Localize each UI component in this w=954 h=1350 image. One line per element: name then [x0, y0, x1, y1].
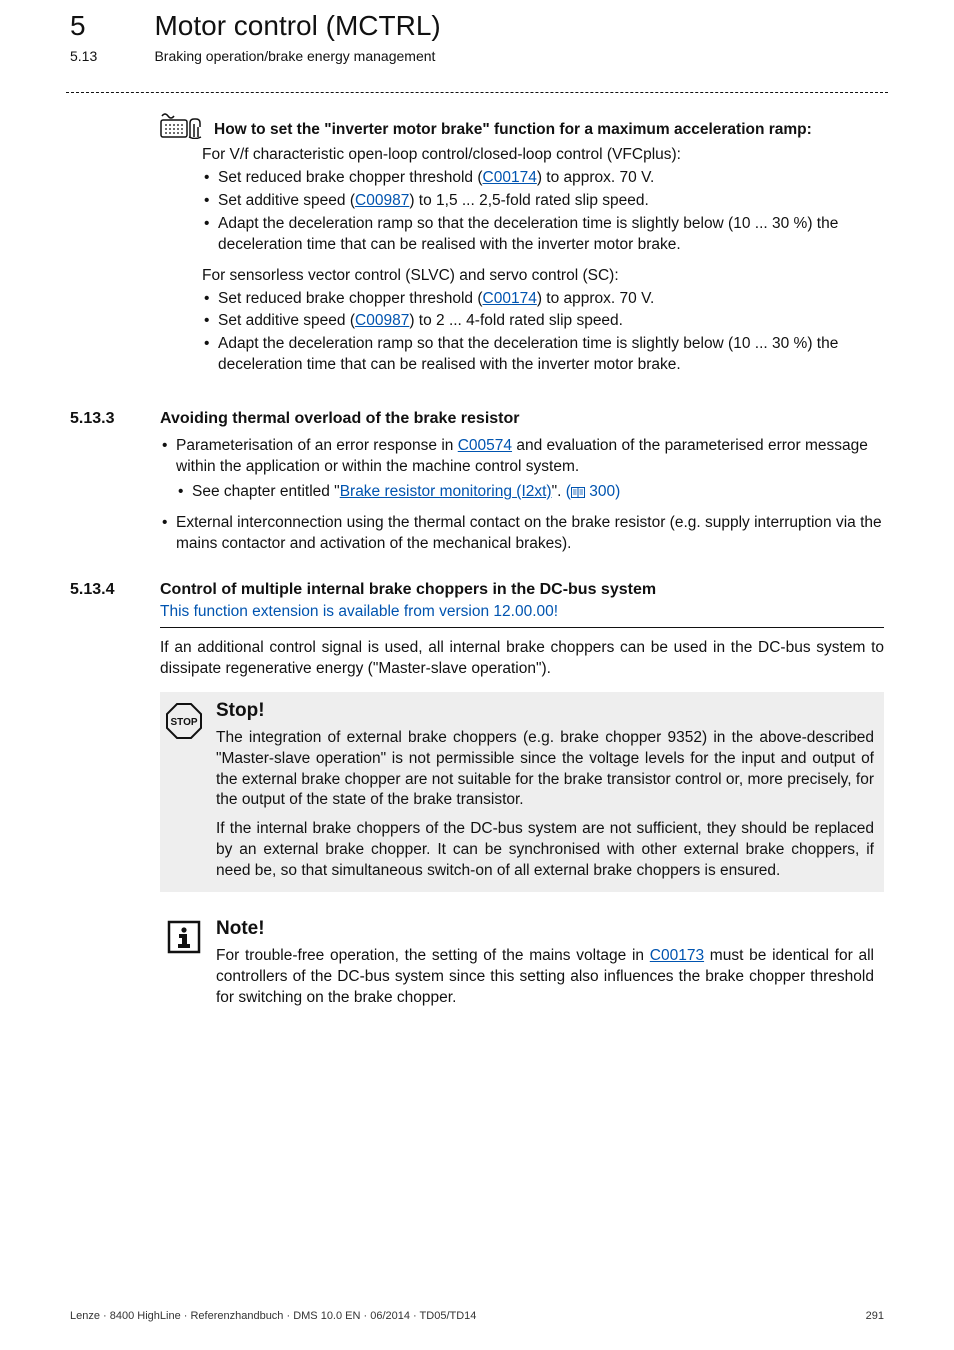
footer-page-number: 291: [866, 1310, 884, 1322]
rule: [160, 627, 884, 628]
footer-left: Lenze · 8400 HighLine · Referenzhandbuch…: [70, 1310, 476, 1322]
note-paragraph: For trouble-free operation, the setting …: [216, 946, 874, 1009]
text: ) to approx. 70 V.: [537, 290, 654, 307]
list-item: Parameterisation of an error response in…: [160, 436, 884, 505]
page-ref[interactable]: ( 300): [566, 483, 621, 500]
subsection-title: Control of multiple internal brake chopp…: [160, 581, 656, 599]
info-icon: [164, 918, 204, 1009]
stop-title: Stop!: [216, 700, 874, 722]
version-note: This function extension is available fro…: [160, 603, 884, 621]
section-5-13-4-body: This function extension is available fro…: [70, 603, 884, 1019]
howto-title: How to set the "inverter motor brake" fu…: [214, 121, 812, 139]
link-c00174[interactable]: C00174: [483, 169, 537, 186]
vfc-list: Set reduced brake chopper threshold (C00…: [202, 168, 880, 256]
procedure-icon: [160, 113, 206, 139]
list-item: Set additive speed (C00987) to 2 ... 4-f…: [202, 311, 880, 332]
page-ref-num: 300): [589, 483, 620, 500]
text: Set additive speed (: [218, 312, 355, 329]
section-5-13-4-heading: 5.13.4 Control of multiple internal brak…: [70, 581, 884, 599]
list-item: External interconnection using the therm…: [160, 513, 884, 555]
text: ) to 1,5 ... 2,5-fold rated slip speed.: [409, 192, 649, 209]
section-5-13-3-body: Parameterisation of an error response in…: [70, 436, 884, 555]
howto-block: How to set the "inverter motor brake" fu…: [70, 113, 884, 376]
page-footer: Lenze · 8400 HighLine · Referenzhandbuch…: [70, 1310, 884, 1322]
stop-callout: STOP Stop! The integration of external b…: [160, 692, 884, 892]
link-c00174[interactable]: C00174: [483, 290, 537, 307]
chapter-title: Motor control (MCTRL): [154, 10, 440, 42]
page-header: 5 Motor control (MCTRL) 5.13 Braking ope…: [70, 10, 884, 64]
text: Parameterisation of an error response in: [176, 437, 458, 454]
note-callout: Note! For trouble-free operation, the se…: [160, 910, 884, 1019]
link-c00987[interactable]: C00987: [355, 192, 409, 209]
svg-text:STOP: STOP: [170, 717, 197, 728]
stop-paragraph: If the internal brake choppers of the DC…: [216, 819, 874, 882]
list-item: Set additive speed (C00987) to 1,5 ... 2…: [202, 191, 880, 212]
text: For trouble-free operation, the setting …: [216, 947, 650, 964]
note-title: Note!: [216, 918, 874, 940]
link-c00987[interactable]: C00987: [355, 312, 409, 329]
link-brake-resistor-monitoring[interactable]: Brake resistor monitoring (I2xt): [340, 483, 552, 500]
list-item: See chapter entitled "Brake resistor mon…: [176, 482, 884, 505]
subsection-number: 5.13.3: [70, 410, 160, 428]
link-c00574[interactable]: C00574: [458, 437, 512, 454]
stop-paragraph: The integration of external brake choppe…: [216, 728, 874, 812]
link-c00173[interactable]: C00173: [650, 947, 704, 964]
chapter-number: 5: [70, 10, 150, 42]
section-title: Braking operation/brake energy managemen…: [154, 48, 435, 64]
dashed-divider: [66, 92, 888, 93]
subsection-title: Avoiding thermal overload of the brake r…: [160, 410, 520, 428]
text: Set reduced brake chopper threshold (: [218, 290, 483, 307]
text: Set additive speed (: [218, 192, 355, 209]
text: Set reduced brake chopper threshold (: [218, 169, 483, 186]
text: ) to approx. 70 V.: [537, 169, 654, 186]
text: ".: [552, 483, 566, 500]
vfc-intro: For V/f characteristic open-loop control…: [202, 145, 880, 166]
stop-icon: STOP: [164, 700, 204, 882]
list-item: Set reduced brake chopper threshold (C00…: [202, 168, 880, 189]
section-number: 5.13: [70, 48, 150, 64]
intro-paragraph: If an additional control signal is used,…: [160, 638, 884, 680]
text: See chapter entitled ": [192, 483, 340, 500]
list-item: Set reduced brake chopper threshold (C00…: [202, 289, 880, 310]
slvc-intro: For sensorless vector control (SLVC) and…: [202, 266, 880, 287]
book-icon: [571, 484, 585, 505]
list-item: Adapt the deceleration ramp so that the …: [202, 214, 880, 256]
list-item: Adapt the deceleration ramp so that the …: [202, 334, 880, 376]
section-5-13-3-heading: 5.13.3 Avoiding thermal overload of the …: [70, 410, 884, 428]
slvc-list: Set reduced brake chopper threshold (C00…: [202, 289, 880, 377]
text: ) to 2 ... 4-fold rated slip speed.: [409, 312, 623, 329]
subsection-number: 5.13.4: [70, 581, 160, 599]
